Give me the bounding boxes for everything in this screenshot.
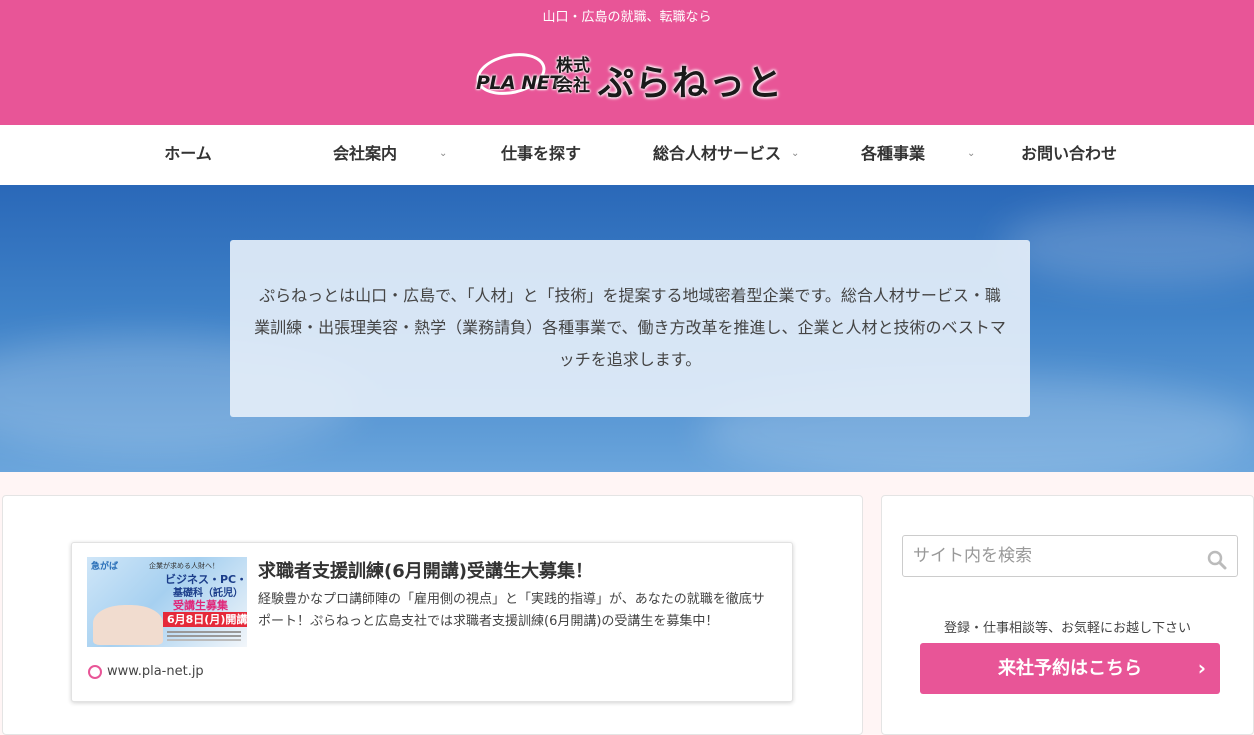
planet-logo-icon: PLA NET bbox=[470, 46, 562, 104]
site-tagline: 山口・広島の就職、転職なら bbox=[542, 10, 712, 25]
sidebar-note: 登録・仕事相談等、お気軽にお越し下さい bbox=[943, 621, 1191, 636]
blog-card-site-url: www.pla-net.jp bbox=[107, 664, 204, 679]
visit-reservation-button[interactable]: 来社予約はこちら › bbox=[920, 643, 1220, 694]
hero-message-box: ぷらねっとは山口・広島で、「人材」と「技術」を提案する地域密着型企業です。総合人… bbox=[230, 240, 1030, 417]
hero-text: ぷらねっとは山口・広島で、「人材」と「技術」を提案する地域密着型企業です。総合人… bbox=[254, 286, 1006, 369]
blog-card[interactable]: 急がば 企業が求める人財へ！ ビジネス・PC・簿記 基礎科（託児） 受講生募集 … bbox=[71, 542, 793, 702]
site-favicon-icon bbox=[88, 665, 102, 679]
chevron-down-icon: ⌄ bbox=[439, 148, 448, 159]
thumb-fine-print bbox=[167, 631, 241, 633]
nav-item-label: ホーム bbox=[164, 144, 212, 163]
site-search bbox=[902, 535, 1238, 577]
nav-item-company[interactable]: 会社案内 ⌄ bbox=[277, 125, 453, 185]
nav-item-jobs[interactable]: 仕事を探す bbox=[453, 125, 629, 185]
main-nav: ホーム 会社案内 ⌄ 仕事を探す 総合人材サービス ⌄ 各種事業 ⌄ お問い合わ… bbox=[0, 125, 1254, 185]
nav-item-label: 会社案内 bbox=[332, 144, 397, 163]
thumb-text: 企業が求める人財へ！ bbox=[149, 562, 219, 570]
sidebar bbox=[881, 495, 1254, 735]
thumb-text: 6月8日(月)開講 bbox=[167, 613, 247, 626]
nav-item-businesses[interactable]: 各種事業 ⌄ bbox=[805, 125, 981, 185]
chevron-down-icon: ⌄ bbox=[791, 148, 800, 159]
blog-thumbnail[interactable]: 急がば 企業が求める人財へ！ ビジネス・PC・簿記 基礎科（託児） 受講生募集 … bbox=[87, 557, 247, 647]
hand-illustration bbox=[93, 605, 163, 645]
search-input[interactable] bbox=[903, 536, 1193, 576]
nav-item-hr-services[interactable]: 総合人材サービス ⌄ bbox=[629, 125, 805, 185]
blog-card-snippet: 経験豊かなプロ講師陣の「雇用側の視点」と「実践的指導」が、あなたの就職を徹底サポ… bbox=[258, 592, 765, 629]
logo-mark-text: PLA NET bbox=[476, 72, 562, 94]
nav-item-label: 総合人材サービス bbox=[652, 144, 781, 163]
thumb-text: 受講生募集 bbox=[173, 599, 228, 612]
chevron-right-icon: › bbox=[1197, 656, 1206, 680]
hero-banner: ぷらねっとは山口・広島で、「人材」と「技術」を提案する地域密着型企業です。総合人… bbox=[0, 185, 1254, 472]
nav-item-label: 仕事を探す bbox=[500, 144, 581, 163]
site-header: 山口・広島の就職、転職なら PLA NET 株式会社 ぷらねっと bbox=[0, 0, 1254, 125]
chevron-down-icon: ⌄ bbox=[967, 148, 976, 159]
nav-item-contact[interactable]: お問い合わせ bbox=[981, 125, 1157, 185]
logo-company-name: ぷらねっと bbox=[598, 63, 784, 104]
cta-label: 来社予約はこちら bbox=[998, 658, 1142, 679]
nav-item-label: お問い合わせ bbox=[1020, 144, 1117, 163]
site-logo[interactable]: PLA NET 株式会社 ぷらねっと bbox=[470, 46, 795, 104]
thumb-text: 急がば bbox=[91, 562, 119, 572]
logo-corp-prefix: 株式会社 bbox=[556, 56, 590, 96]
nav-item-home[interactable]: ホーム bbox=[100, 125, 276, 185]
sky-cloud bbox=[1000, 205, 1254, 285]
blog-card-title[interactable]: 求職者支援訓練(6月開講)受講生大募集！ bbox=[258, 557, 593, 583]
nav-item-label: 各種事業 bbox=[860, 144, 925, 163]
search-icon[interactable] bbox=[1207, 550, 1227, 570]
